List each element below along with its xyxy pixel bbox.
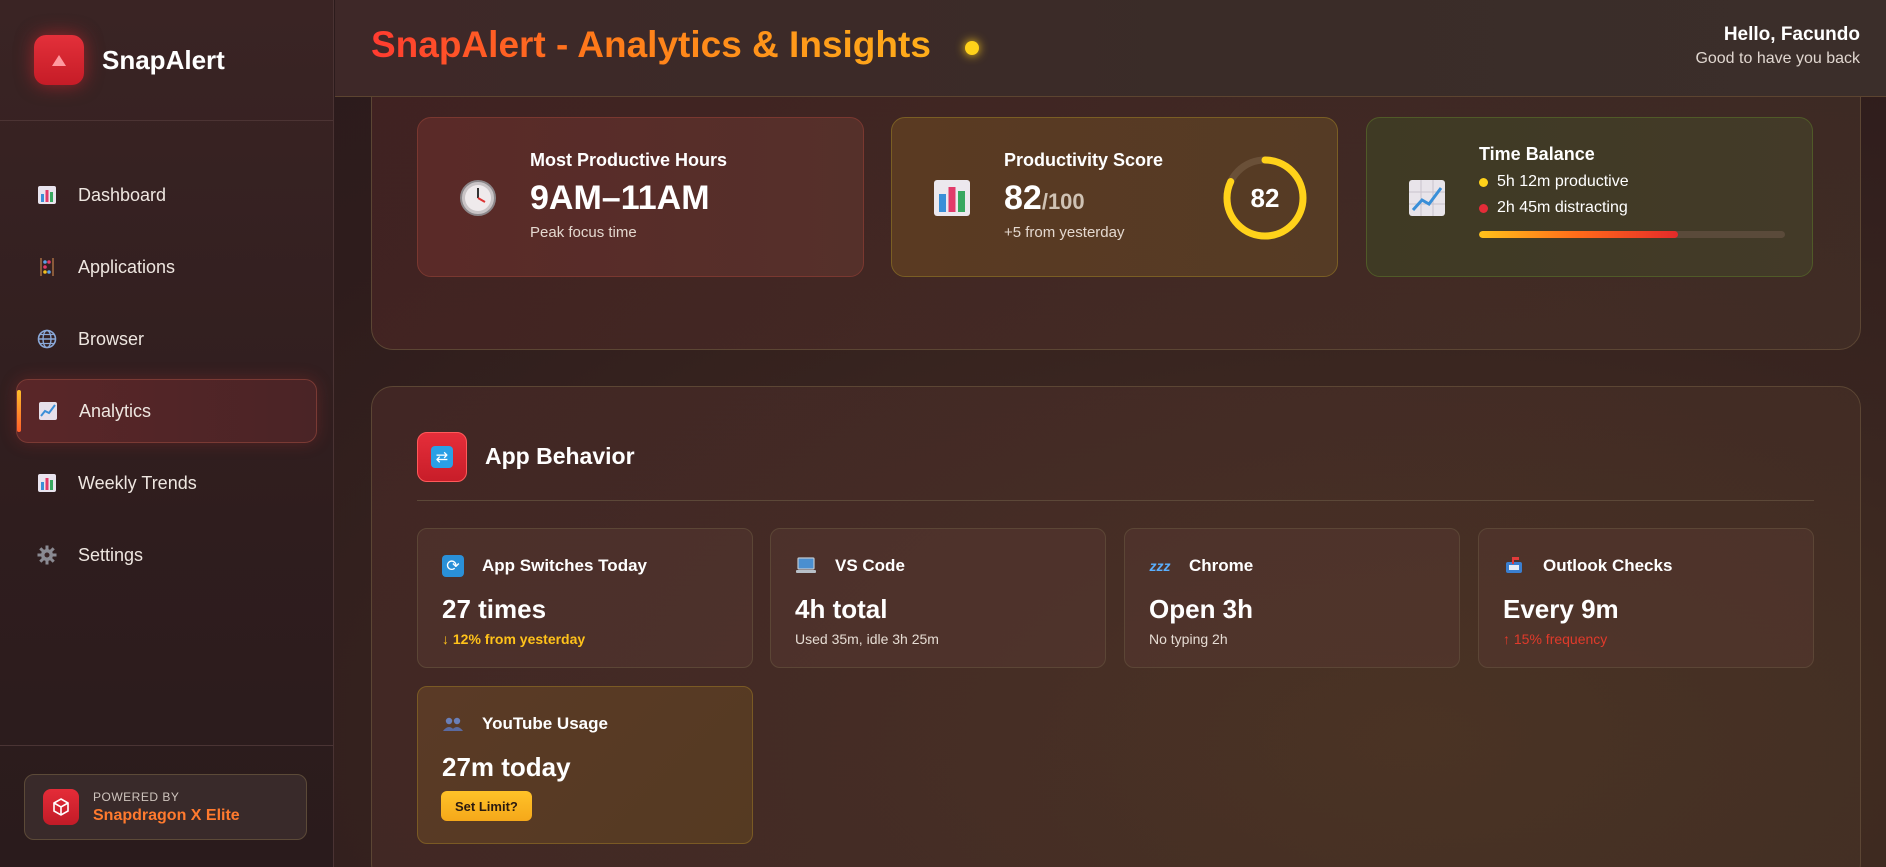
top-header: SnapAlert - Analytics & Insights Hello, … (335, 0, 1886, 97)
card-title: App Switches Today (482, 556, 647, 575)
page-title: SnapAlert - Analytics & Insights (371, 24, 931, 65)
card-title: Outlook Checks (1543, 556, 1673, 575)
snapalert-logo-icon (34, 35, 84, 85)
card-title: Chrome (1189, 556, 1254, 575)
productive-text: 5h 12m productive (1497, 173, 1629, 190)
score-ring: 82 (1221, 154, 1309, 242)
time-balance-card: Time Balance 5h 12m productive 2h 45m di… (1366, 117, 1813, 277)
brand: SnapAlert (0, 0, 333, 121)
app-switches-card: ⟳ App Switches Today 27 times ↓ 12% from … (417, 528, 753, 668)
arrows-cycle-icon: ⇄ (431, 446, 453, 468)
card-subtext: No typing 2h (1149, 631, 1228, 647)
sidebar-item-label: Weekly Trends (78, 472, 197, 493)
sidebar-item-label: Settings (78, 544, 144, 565)
card-value: 9AM–11AM (530, 179, 710, 217)
distracting-dot (1479, 203, 1488, 213)
powered-by-badge: POWERED BY Snapdragon X Elite (24, 774, 307, 840)
time-balance-bar-fill (1479, 231, 1678, 238)
card-label: Most Productive Hours (530, 150, 728, 170)
score-ring-value: 82 (1250, 182, 1280, 213)
productive-hours-card: Most Productive Hours 9AM–11AM Peak focu… (417, 117, 864, 277)
productive-dot (1479, 177, 1488, 187)
card-subtext: +5 from yesterday (1004, 224, 1125, 241)
greeting-text: Hello, Facundo (1723, 24, 1860, 45)
sidebar-item-label: Analytics (79, 400, 152, 421)
sidebar-item-applications[interactable]: Applications (16, 235, 317, 299)
status-dot (965, 41, 979, 55)
arrows-cycle-icon: ⟳ (442, 555, 464, 577)
card-value: 27 times (442, 594, 547, 624)
set-limit-button[interactable]: Set Limit? (441, 791, 532, 821)
sidebar-item-label: Applications (78, 256, 176, 277)
powered-by-section: POWERED BY Snapdragon X Elite (0, 745, 333, 867)
laptop-icon (795, 555, 817, 577)
subgreeting-text: Good to have you back (1695, 50, 1860, 67)
mailbox-icon (1503, 555, 1525, 577)
sidebar-item-browser[interactable]: Browser (16, 307, 317, 371)
sidebar-item-label: Dashboard (78, 184, 167, 205)
section-title: App Behavior (485, 443, 635, 469)
globe-icon (36, 328, 58, 350)
bar-chart-icon (36, 184, 58, 206)
zzz-icon: zzz (1149, 558, 1171, 574)
gear-icon (36, 544, 58, 566)
productivity-score-card: Productivity Score 82/100 +5 from yester… (891, 117, 1338, 277)
card-subtext: Used 35m, idle 3h 25m (795, 631, 939, 647)
powered-by-name: Snapdragon X Elite (93, 806, 240, 824)
distracting-legend: 2h 45m distracting (1479, 199, 1785, 217)
card-subtext: Peak focus time (530, 224, 637, 241)
card-title: VS Code (835, 556, 905, 575)
vscode-card: VS Code 4h total Used 35m, idle 3h 25m (770, 528, 1106, 668)
people-icon (442, 713, 464, 735)
time-balance-bar (1479, 231, 1785, 238)
bar-chart-icon (932, 178, 972, 218)
card-value: 27m today (442, 752, 571, 782)
card-label: Productivity Score (1004, 150, 1164, 170)
card-value: 82/100 (1004, 179, 1163, 218)
outlook-card: Outlook Checks Every 9m ↑ 15% frequency (1478, 528, 1814, 668)
powered-by-label: POWERED BY (93, 789, 180, 804)
clock-icon (458, 178, 498, 218)
sidebar-item-analytics[interactable]: Analytics (16, 379, 317, 443)
card-label: Time Balance (1479, 144, 1595, 164)
sidebar: SnapAlert Dashboard Applications Browser… (0, 0, 334, 867)
score-value: 82 (1004, 179, 1042, 217)
card-value: 4h total (795, 594, 888, 624)
card-value: Open 3h (1149, 594, 1254, 624)
card-title: YouTube Usage (482, 714, 608, 733)
brand-name: SnapAlert (102, 44, 225, 75)
sidebar-item-dashboard[interactable]: Dashboard (16, 163, 317, 227)
chrome-card: zzz Chrome Open 3h No typing 2h (1124, 528, 1460, 668)
cube-icon (43, 789, 79, 825)
card-trend: ↓ 12% from yesterday (442, 631, 586, 647)
distracting-text: 2h 45m distracting (1497, 199, 1628, 216)
user-greeting: Hello, Facundo Good to have you back (1695, 24, 1860, 68)
sidebar-nav: Dashboard Applications Browser Analytics… (0, 121, 333, 587)
card-value: Every 9m (1503, 594, 1619, 624)
card-trend: ↑ 15% frequency (1503, 631, 1608, 647)
sidebar-item-label: Browser (78, 328, 145, 349)
sidebar-item-weekly-trends[interactable]: Weekly Trends (16, 451, 317, 515)
trend-chart-icon (37, 400, 59, 422)
productive-legend: 5h 12m productive (1479, 173, 1785, 191)
app-behavior-icon: ⇄ (417, 432, 467, 482)
section-divider (417, 500, 1814, 501)
bar-chart-icon (36, 472, 58, 494)
score-denominator: /100 (1041, 189, 1085, 214)
youtube-card: YouTube Usage 27m today Set Limit? (417, 686, 753, 844)
sidebar-item-settings[interactable]: Settings (16, 523, 317, 587)
abacus-icon (36, 256, 58, 278)
chart-increasing-icon (1407, 178, 1447, 218)
